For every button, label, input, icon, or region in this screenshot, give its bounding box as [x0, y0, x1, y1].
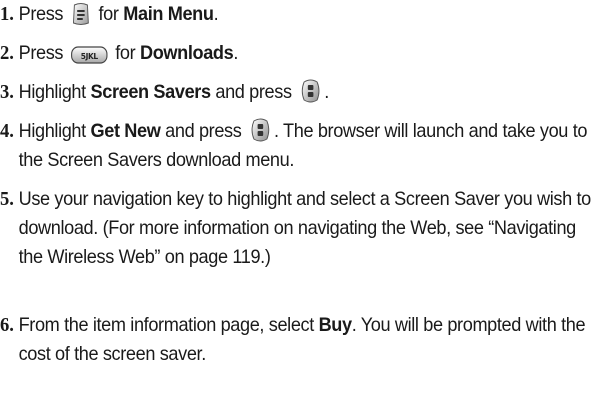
step-3: 3. Highlight Screen Savers and press .: [0, 78, 557, 107]
step-2: 2. Press 5JKL for Downloads.: [0, 39, 557, 68]
step-1: 1. Press for Main Menu.: [0, 0, 557, 29]
step-number: 5.: [0, 188, 14, 210]
step-text: Highlight Screen Savers and press .: [19, 78, 594, 107]
step-number: 6.: [0, 314, 14, 336]
step-text: Press for Main Menu.: [18, 2, 219, 26]
step-6: 6. From the item information page, selec…: [0, 311, 586, 369]
step-text: Press 5JKL for Downloads.: [18, 42, 239, 65]
step-5: 5. Use your navigation key to highlight …: [0, 185, 591, 272]
key-label: 5JKL: [81, 52, 98, 61]
step-4: 4. Highlight Get New and press . The bro…: [0, 117, 587, 175]
step-number: 2.: [0, 42, 14, 64]
step-text: From the item information page, select B…: [18, 314, 586, 365]
ok-select-key-icon: [249, 117, 271, 143]
ok-select-key-icon: [299, 78, 321, 104]
step-number: 3.: [0, 81, 14, 103]
5-jkl-key-icon: 5JKL: [70, 45, 108, 65]
step-number: 1.: [0, 3, 14, 25]
step-number: 4.: [0, 120, 14, 142]
menu-key-icon: [71, 2, 91, 26]
step-text: Highlight Get New and press . The browse…: [19, 117, 594, 175]
step-text: Use your navigation key to highlight and…: [18, 188, 592, 268]
